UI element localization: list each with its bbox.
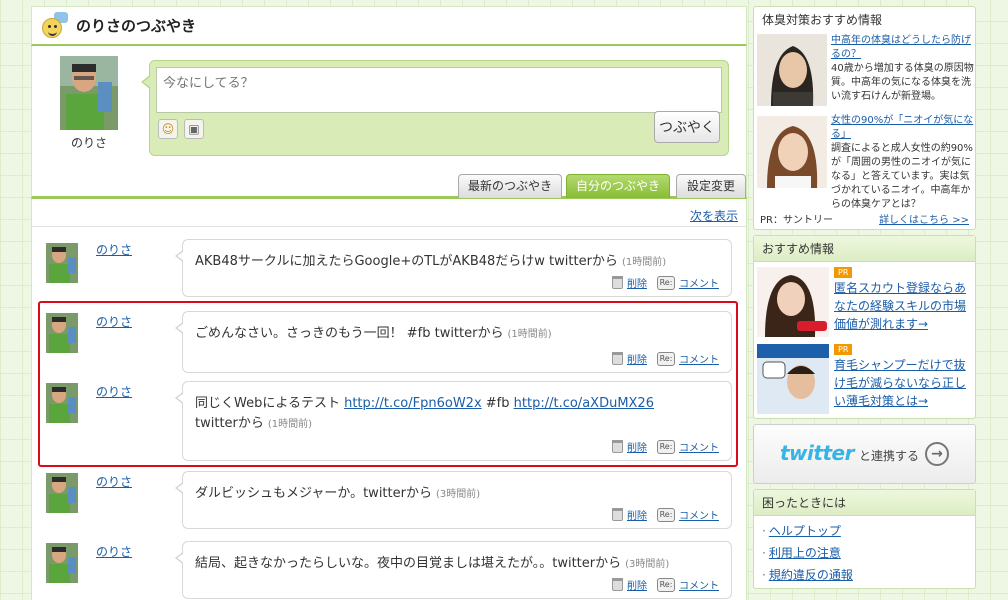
user-name: のりさ bbox=[70, 136, 107, 150]
reply-icon: Re: bbox=[657, 275, 675, 290]
emoji-icon[interactable]: ☺ bbox=[158, 119, 178, 139]
report-violation-link[interactable]: 規約違反の通報 bbox=[769, 568, 853, 582]
tweet-time: (3時間前) bbox=[625, 559, 670, 570]
tweet-button[interactable]: つぶやく bbox=[654, 111, 720, 143]
tweet-text: 結局、起きなかったらしいな。夜中の目覚ましは堪えたが。。twitterから (3時… bbox=[195, 556, 670, 571]
user-link[interactable]: のりさ bbox=[96, 241, 132, 258]
more-details-link[interactable]: 詳しくはこちら >> bbox=[879, 211, 969, 226]
ad-body: 調査によると成人女性の約90%が「周囲の男性のニオイが気になる」と答えています。… bbox=[831, 143, 973, 210]
trash-icon bbox=[612, 276, 623, 289]
ad-image[interactable] bbox=[757, 116, 827, 188]
tweet-face-icon bbox=[40, 11, 68, 40]
next-row: 次を表示 bbox=[32, 199, 746, 227]
page-title: のりさのつぶやき bbox=[76, 17, 197, 35]
reply-icon: Re: bbox=[657, 577, 675, 592]
comment-link[interactable]: コメント bbox=[679, 577, 719, 592]
composer-box: ☺ ▣ つぶやく bbox=[141, 60, 729, 156]
ad-text: 女性の90%が「ニオイが気になる」 調査によると成人女性の約90%が「周囲の男性… bbox=[831, 114, 974, 212]
user-link[interactable]: のりさ bbox=[96, 473, 132, 490]
tweet-actions: 削除 Re: コメント bbox=[612, 507, 719, 522]
selection-highlight bbox=[38, 301, 738, 467]
recommend-entry: PR 育毛シャンプーだけで抜け毛が減らないなら正しい薄毛対策とは→ bbox=[754, 342, 975, 414]
tweet-text: AKB48サークルに加えたらGoogle+のTLがAKB48だらけw twitt… bbox=[195, 254, 667, 269]
reply-icon: Re: bbox=[657, 507, 675, 522]
help-panel-title: 困ったときには bbox=[754, 490, 975, 516]
help-item: ヘルプトップ bbox=[762, 520, 967, 542]
ad-body: 40歳から増加する体臭の原因物質。中高年の気になる体臭を洗い流す石けんが新登場。 bbox=[831, 63, 974, 102]
terms-link[interactable]: 利用上の注意 bbox=[769, 546, 841, 560]
help-panel: 困ったときには ヘルプトップ 利用上の注意 規約違反の通報 bbox=[753, 489, 976, 589]
ad-text: 中高年の体臭はどうしたら防げるの？ 40歳から増加する体臭の原因物質。中高年の気… bbox=[831, 34, 974, 104]
tab-my-tweets[interactable]: 自分のつぶやき bbox=[566, 174, 670, 198]
help-top-link[interactable]: ヘルプトップ bbox=[769, 524, 841, 538]
tweet-bubble: 結局、起きなかったらしいな。夜中の目覚ましは堪えたが。。twitterから (3時… bbox=[175, 541, 732, 599]
user-link[interactable]: のりさ bbox=[96, 543, 132, 560]
tweet-text: ダルビッシュもメジャーか。twitterから (3時間前) bbox=[195, 486, 481, 501]
help-list: ヘルプトップ 利用上の注意 規約違反の通報 bbox=[754, 516, 975, 592]
tab-bar: 最新のつぶやき 自分のつぶやき 設定変更 bbox=[31, 161, 747, 199]
recommend-panel-title: おすすめ情報 bbox=[754, 236, 975, 262]
tab-settings[interactable]: 設定変更 bbox=[676, 174, 746, 198]
tweet-bubble: AKB48サークルに加えたらGoogle+のTLがAKB48だらけw twitt… bbox=[175, 239, 732, 297]
tweet-actions: 削除 Re: コメント bbox=[612, 577, 719, 592]
avatar[interactable] bbox=[46, 543, 78, 583]
recommend-entry: PR 匿名スカウト登録ならあなたの経験スキルの市場価値が測れます→ bbox=[754, 265, 975, 337]
ad-panel: 体臭対策おすすめ情報 中高年の体臭はどうしたら防げるの？ 40歳から増加する体臭… bbox=[753, 6, 976, 230]
ad-image[interactable] bbox=[757, 34, 827, 106]
ad-lead-link[interactable]: 中高年の体臭はどうしたら防げるの？ bbox=[831, 34, 974, 62]
avatar[interactable] bbox=[46, 473, 78, 513]
twitter-logo: twitter bbox=[780, 441, 854, 465]
recommend-link[interactable]: 育毛シャンプーだけで抜け毛が減らないなら正しい薄毛対策とは→ bbox=[834, 356, 974, 410]
ad-entry[interactable]: 女性の90%が「ニオイが気になる」 調査によると成人女性の約90%が「周囲の男性… bbox=[754, 112, 975, 210]
tweet-time: (3時間前) bbox=[435, 489, 481, 500]
ad-lead-link[interactable]: 女性の90%が「ニオイが気になる」 bbox=[831, 114, 974, 142]
delete-link[interactable]: 削除 bbox=[627, 577, 647, 592]
comment-link[interactable]: コメント bbox=[679, 275, 719, 290]
pr-badge: PR bbox=[834, 267, 853, 278]
help-item: 利用上の注意 bbox=[762, 542, 967, 564]
recommend-link[interactable]: 匿名スカウト登録ならあなたの経験スキルの市場価値が測れます→ bbox=[834, 279, 974, 333]
comment-link[interactable]: コメント bbox=[679, 507, 719, 522]
tweet-actions: 削除 Re: コメント bbox=[612, 275, 719, 290]
next-page-link[interactable]: 次を表示 bbox=[690, 209, 738, 223]
page-header: のりさのつぶやき bbox=[31, 6, 747, 46]
tweet-bubble: ダルビッシュもメジャーか。twitterから (3時間前) 削除 Re: コメント bbox=[175, 471, 732, 529]
camera-icon[interactable]: ▣ bbox=[184, 119, 204, 139]
pr-badge: PR bbox=[834, 344, 853, 355]
trash-icon bbox=[612, 578, 623, 591]
trash-icon bbox=[612, 508, 623, 521]
tab-latest[interactable]: 最新のつぶやき bbox=[458, 174, 562, 198]
timeline: 次を表示 のりさ AKB48サークルに加えたらGoogle+のTLがAKB48だ… bbox=[31, 199, 747, 600]
recommend-image[interactable] bbox=[757, 344, 829, 414]
user-avatar[interactable] bbox=[60, 56, 118, 130]
pr-sponsor: PR：サントリー bbox=[760, 215, 833, 226]
recommend-image[interactable] bbox=[757, 267, 829, 337]
composer-area: のりさ ☺ ▣ つぶやく bbox=[31, 46, 747, 161]
twitter-connect-button[interactable]: twitter と連携する → bbox=[753, 424, 976, 484]
sidebar: 体臭対策おすすめ情報 中高年の体臭はどうしたら防げるの？ 40歳から増加する体臭… bbox=[753, 6, 976, 594]
main-column: のりさのつぶやき のりさ ☺ ▣ つぶやく 最新のつぶやき 自分のつぶやき 設定… bbox=[31, 6, 747, 600]
recommend-panel: おすすめ情報 PR 匿名スカウト登録ならあなたの経験スキルの市場価値が測れます→… bbox=[753, 235, 976, 419]
twitter-connect-label: と連携する bbox=[859, 449, 920, 463]
arrow-right-icon: → bbox=[925, 442, 949, 466]
tweet-time: (1時間前) bbox=[621, 257, 667, 268]
avatar[interactable] bbox=[46, 243, 78, 283]
status-input[interactable] bbox=[156, 67, 722, 113]
ad-entry[interactable]: 中高年の体臭はどうしたら防げるの？ 40歳から増加する体臭の原因物質。中高年の気… bbox=[754, 32, 975, 112]
help-item: 規約違反の通報 bbox=[762, 564, 967, 586]
delete-link[interactable]: 削除 bbox=[627, 507, 647, 522]
delete-link[interactable]: 削除 bbox=[627, 275, 647, 290]
ad-panel-title: 体臭対策おすすめ情報 bbox=[762, 13, 883, 27]
